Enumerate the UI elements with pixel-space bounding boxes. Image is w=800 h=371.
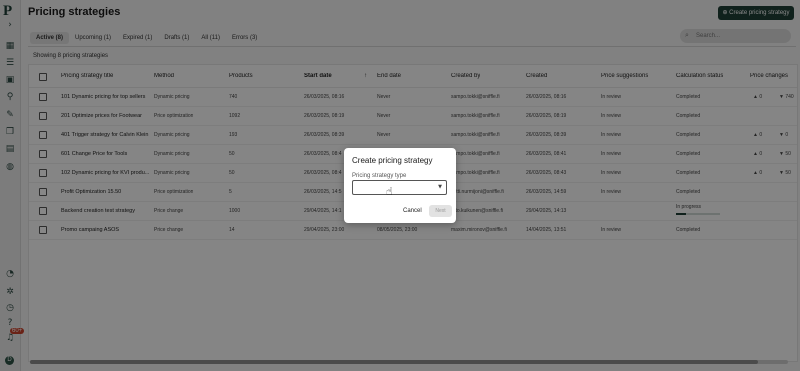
next-button[interactable]: Next [429,205,452,217]
cancel-button[interactable]: Cancel [403,208,422,214]
strategy-type-select[interactable]: ▼ [352,180,447,195]
dialog-title: Create pricing strategy [352,156,433,165]
app-root: P › ▦ ☰ ▣ ⚲ ✎ ❐ ▤ ◍ ◔ ✲ ◷ ? ♫ 60+ D Pric… [0,0,800,371]
chevron-down-icon: ▼ [438,184,442,190]
strategy-type-label: Pricing strategy type [352,173,407,179]
pointer-cursor-icon: ☝ [386,185,393,198]
create-strategy-dialog: Create pricing strategy Pricing strategy… [344,148,456,223]
